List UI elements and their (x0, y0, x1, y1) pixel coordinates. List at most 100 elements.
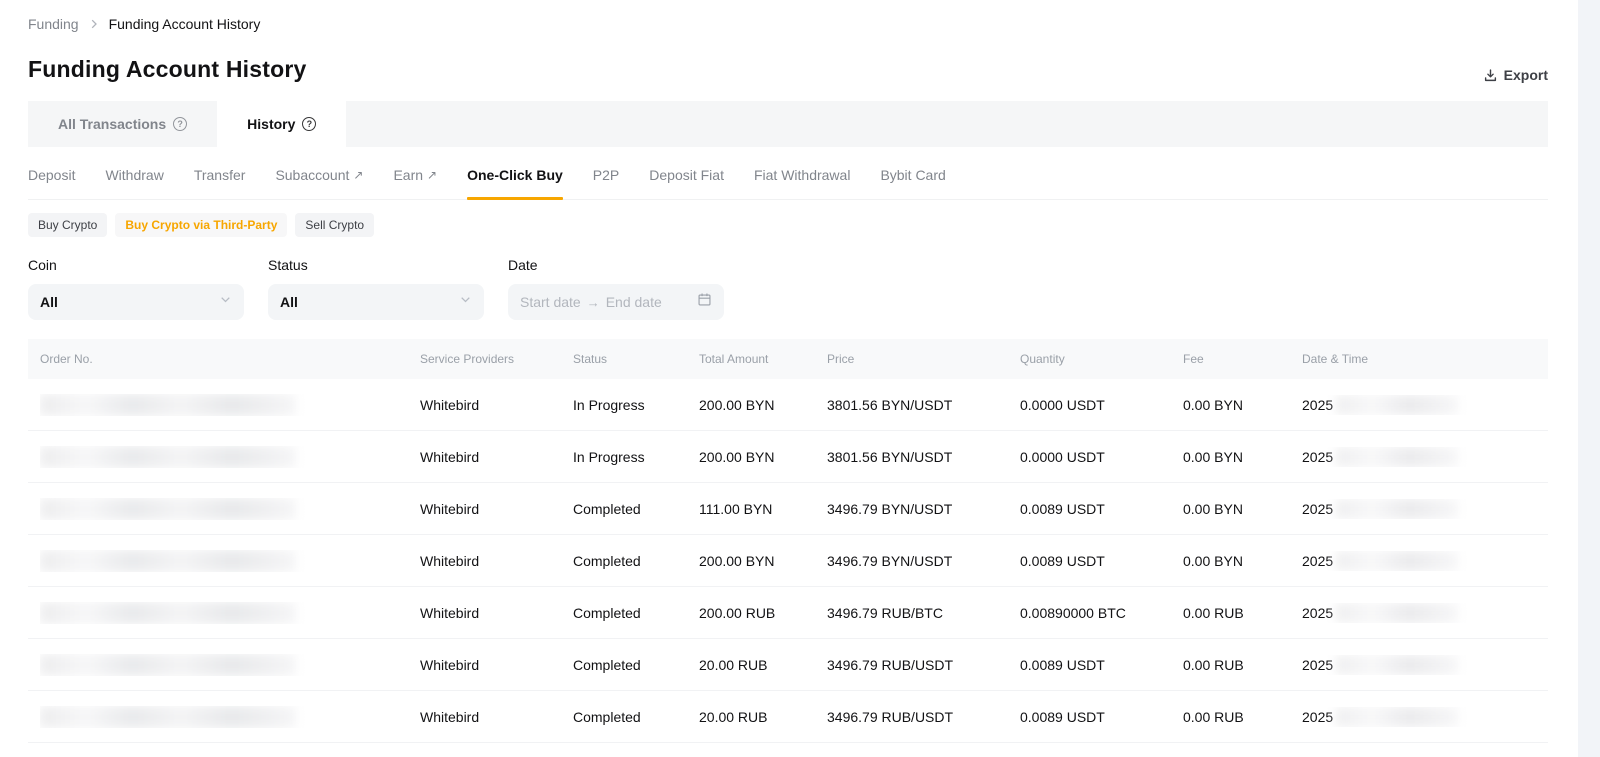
breadcrumb-separator-icon (88, 18, 100, 30)
status-cell: Completed (573, 657, 699, 673)
price-cell: 3496.79 RUB/USDT (827, 709, 1020, 725)
order-no-redacted (40, 602, 296, 624)
order-no-redacted (40, 654, 296, 676)
sub-tabs: Deposit Withdraw Transfer Subaccount ↗ E… (28, 150, 1548, 200)
info-icon[interactable]: ? (173, 117, 187, 131)
fee-cell: 0.00 BYN (1183, 501, 1302, 517)
order-no-cell (40, 706, 420, 728)
calendar-icon (697, 292, 712, 312)
date-time-cell: 2025 (1302, 499, 1520, 519)
date-year: 2025 (1302, 501, 1333, 517)
sub-tab-label: Transfer (194, 167, 246, 183)
price-cell: 3496.79 RUB/BTC (827, 605, 1020, 621)
status-cell: Completed (573, 553, 699, 569)
status-cell: Completed (573, 709, 699, 725)
fee-cell: 0.00 RUB (1183, 605, 1302, 621)
total-amount-cell: 111.00 BYN (699, 501, 827, 517)
date-redacted (1336, 707, 1458, 727)
service-provider-cell: Whitebird (420, 397, 573, 413)
coin-select[interactable]: All (28, 284, 244, 320)
sub-tab-one-click-buy[interactable]: One-Click Buy (467, 150, 563, 199)
order-no-redacted (40, 498, 296, 520)
table-row: Whitebird Completed 20.00 RUB 3496.79 RU… (28, 639, 1548, 691)
status-filter-label: Status (268, 257, 484, 273)
fee-cell: 0.00 BYN (1183, 553, 1302, 569)
fee-cell: 0.00 RUB (1183, 709, 1302, 725)
service-provider-cell: Whitebird (420, 657, 573, 673)
coin-filter-label: Coin (28, 257, 244, 273)
service-provider-cell: Whitebird (420, 449, 573, 465)
sub-tab-transfer[interactable]: Transfer (194, 150, 246, 199)
order-no-redacted (40, 706, 296, 728)
date-year: 2025 (1302, 605, 1333, 621)
sub-tab-bybit-card[interactable]: Bybit Card (880, 150, 945, 199)
export-button[interactable]: Export (1483, 67, 1548, 83)
sub-tab-p2p[interactable]: P2P (593, 150, 619, 199)
date-redacted (1336, 655, 1458, 675)
date-time-cell: 2025 (1302, 655, 1520, 675)
table-row: Whitebird In Progress 200.00 BYN 3801.56… (28, 431, 1548, 483)
coin-filter-group: Coin All (28, 257, 244, 320)
status-select[interactable]: All (268, 284, 484, 320)
sub-tab-deposit-fiat[interactable]: Deposit Fiat (649, 150, 724, 199)
status-cell: Completed (573, 605, 699, 621)
pill-buy-crypto-via-third-party[interactable]: Buy Crypto via Third-Party (115, 213, 287, 237)
date-redacted (1336, 499, 1458, 519)
quantity-cell: 0.0000 USDT (1020, 449, 1183, 465)
status-cell: Completed (573, 501, 699, 517)
quantity-cell: 0.0089 USDT (1020, 657, 1183, 673)
column-header-service-providers: Service Providers (420, 352, 573, 366)
date-redacted (1336, 603, 1458, 623)
service-provider-cell: Whitebird (420, 605, 573, 621)
status-cell: In Progress (573, 449, 699, 465)
price-cell: 3496.79 BYN/USDT (827, 553, 1020, 569)
price-cell: 3496.79 RUB/USDT (827, 657, 1020, 673)
date-redacted (1336, 447, 1458, 467)
date-time-cell: 2025 (1302, 707, 1520, 727)
total-amount-cell: 200.00 BYN (699, 553, 827, 569)
sub-tab-label: Bybit Card (880, 167, 945, 183)
export-label: Export (1504, 67, 1548, 83)
coin-select-value: All (40, 294, 219, 310)
page-content: Funding Funding Account History Funding … (0, 0, 1600, 743)
tab-history[interactable]: History ? (217, 101, 346, 147)
sub-tab-withdraw[interactable]: Withdraw (105, 150, 163, 199)
quantity-cell: 0.0089 USDT (1020, 501, 1183, 517)
status-select-value: All (280, 294, 459, 310)
table-row: Whitebird Completed 200.00 RUB 3496.79 R… (28, 587, 1548, 639)
breadcrumb-funding-link[interactable]: Funding (28, 16, 79, 32)
price-cell: 3801.56 BYN/USDT (827, 397, 1020, 413)
order-no-cell (40, 446, 420, 468)
pill-sell-crypto[interactable]: Sell Crypto (295, 213, 374, 237)
date-time-cell: 2025 (1302, 603, 1520, 623)
filter-pills: Buy Crypto Buy Crypto via Third-Party Sell… (28, 213, 1548, 237)
date-range-picker[interactable]: Start date → End date (508, 284, 724, 320)
sub-tab-deposit[interactable]: Deposit (28, 150, 75, 199)
order-no-cell (40, 498, 420, 520)
sub-tab-earn[interactable]: Earn ↗ (393, 150, 437, 199)
column-header-status: Status (573, 352, 699, 366)
date-year: 2025 (1302, 657, 1333, 673)
pill-buy-crypto[interactable]: Buy Crypto (28, 213, 107, 237)
sub-tab-subaccount[interactable]: Subaccount ↗ (275, 150, 363, 199)
service-provider-cell: Whitebird (420, 553, 573, 569)
order-no-redacted (40, 550, 296, 572)
date-redacted (1336, 395, 1458, 415)
sub-tab-label: Earn (393, 167, 423, 183)
order-no-cell (40, 602, 420, 624)
sub-tab-label: Fiat Withdrawal (754, 167, 850, 183)
column-header-order-no: Order No. (40, 352, 420, 366)
sub-tab-fiat-withdrawal[interactable]: Fiat Withdrawal (754, 150, 850, 199)
order-no-cell (40, 654, 420, 676)
date-time-cell: 2025 (1302, 551, 1520, 571)
price-cell: 3496.79 BYN/USDT (827, 501, 1020, 517)
date-time-cell: 2025 (1302, 395, 1520, 415)
page-title: Funding Account History (28, 56, 306, 83)
quantity-cell: 0.0000 USDT (1020, 397, 1183, 413)
date-year: 2025 (1302, 709, 1333, 725)
tab-all-transactions[interactable]: All Transactions ? (28, 101, 217, 147)
funding-account-history-page: Funding Funding Account History Funding … (0, 0, 1600, 757)
sub-tab-label: Withdraw (105, 167, 163, 183)
quantity-cell: 0.0089 USDT (1020, 709, 1183, 725)
info-icon[interactable]: ? (302, 117, 316, 131)
